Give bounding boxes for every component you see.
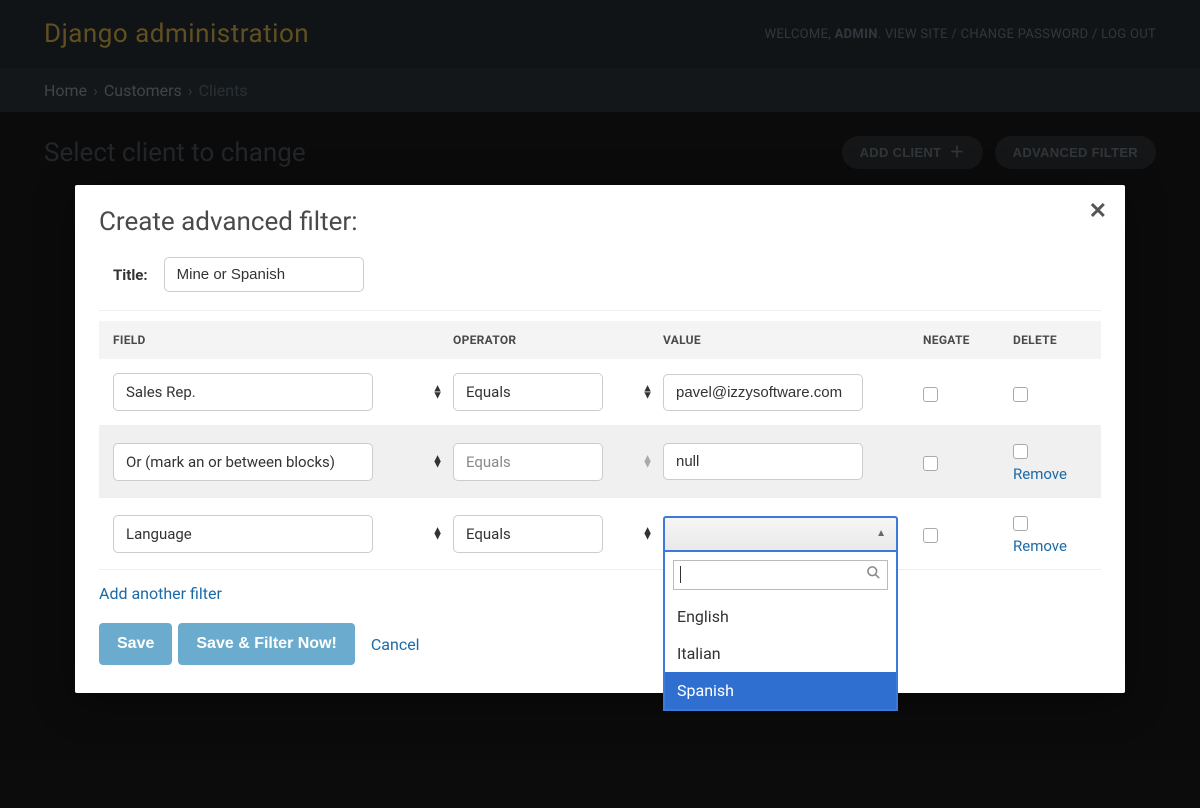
updown-icon: ▲▼ [432, 455, 443, 468]
search-icon [866, 565, 881, 584]
delete-checkbox[interactable] [1013, 516, 1028, 531]
remove-link[interactable]: Remove [1013, 537, 1067, 555]
combobox-dropdown: English Italian Spanish [663, 552, 898, 711]
col-delete: DELETE [1013, 333, 1103, 347]
updown-icon: ▲▼ [642, 455, 653, 468]
col-value: VALUE [663, 333, 923, 347]
negate-checkbox[interactable] [923, 456, 938, 471]
title-input[interactable] [164, 257, 364, 292]
col-negate: NEGATE [923, 333, 1013, 347]
operator-select[interactable]: Equals ▲▼ [453, 443, 663, 481]
remove-link[interactable]: Remove [1013, 465, 1067, 483]
modal-actions: Save Save & Filter Now! Cancel [99, 623, 1101, 665]
title-row: Title: [99, 257, 1101, 311]
cancel-link[interactable]: Cancel [371, 635, 420, 654]
add-another-filter-link[interactable]: Add another filter [99, 584, 222, 603]
field-select[interactable]: Or (mark an or between blocks) ▲▼ [113, 443, 453, 481]
combobox-search [673, 560, 888, 590]
save-and-filter-button[interactable]: Save & Filter Now! [178, 623, 354, 665]
combobox-option[interactable]: Italian [665, 635, 896, 672]
combobox-option[interactable]: English [665, 598, 896, 635]
filter-row: Or (mark an or between blocks) ▲▼ Equals… [99, 426, 1101, 498]
combobox-search-input[interactable] [681, 566, 861, 583]
modal-heading: Create advanced filter: [99, 207, 1101, 237]
combobox-display[interactable]: ▲ [663, 516, 898, 552]
caret-up-icon: ▲ [876, 528, 886, 539]
col-operator: OPERATOR [453, 333, 663, 347]
save-button[interactable]: Save [99, 623, 172, 665]
advanced-filter-modal: ✕ Create advanced filter: Title: FIELD O… [75, 185, 1125, 693]
delete-checkbox[interactable] [1013, 444, 1028, 459]
updown-icon: ▲▼ [432, 527, 443, 540]
updown-icon: ▲▼ [642, 527, 653, 540]
field-select[interactable]: Sales Rep. ▲▼ [113, 373, 453, 411]
filter-table: FIELD OPERATOR VALUE NEGATE DELETE Sales… [99, 321, 1101, 570]
updown-icon: ▲▼ [642, 385, 653, 398]
delete-checkbox[interactable] [1013, 387, 1028, 402]
col-field: FIELD [113, 333, 453, 347]
filter-table-header: FIELD OPERATOR VALUE NEGATE DELETE [99, 321, 1101, 359]
value-combobox[interactable]: ▲ English Italian Spanish [663, 516, 898, 552]
operator-select[interactable]: Equals ▲▼ [453, 515, 663, 553]
value-input[interactable] [663, 443, 863, 480]
close-icon[interactable]: ✕ [1089, 199, 1107, 224]
title-label: Title: [113, 266, 148, 284]
filter-row: Sales Rep. ▲▼ Equals ▲▼ [99, 359, 1101, 426]
negate-checkbox[interactable] [923, 387, 938, 402]
combobox-option[interactable]: Spanish [665, 672, 896, 709]
filter-row: Language ▲▼ Equals ▲▼ ▲ [99, 498, 1101, 570]
field-select[interactable]: Language ▲▼ [113, 515, 453, 553]
value-input[interactable] [663, 374, 863, 411]
operator-select[interactable]: Equals ▲▼ [453, 373, 663, 411]
updown-icon: ▲▼ [432, 385, 443, 398]
negate-checkbox[interactable] [923, 528, 938, 543]
